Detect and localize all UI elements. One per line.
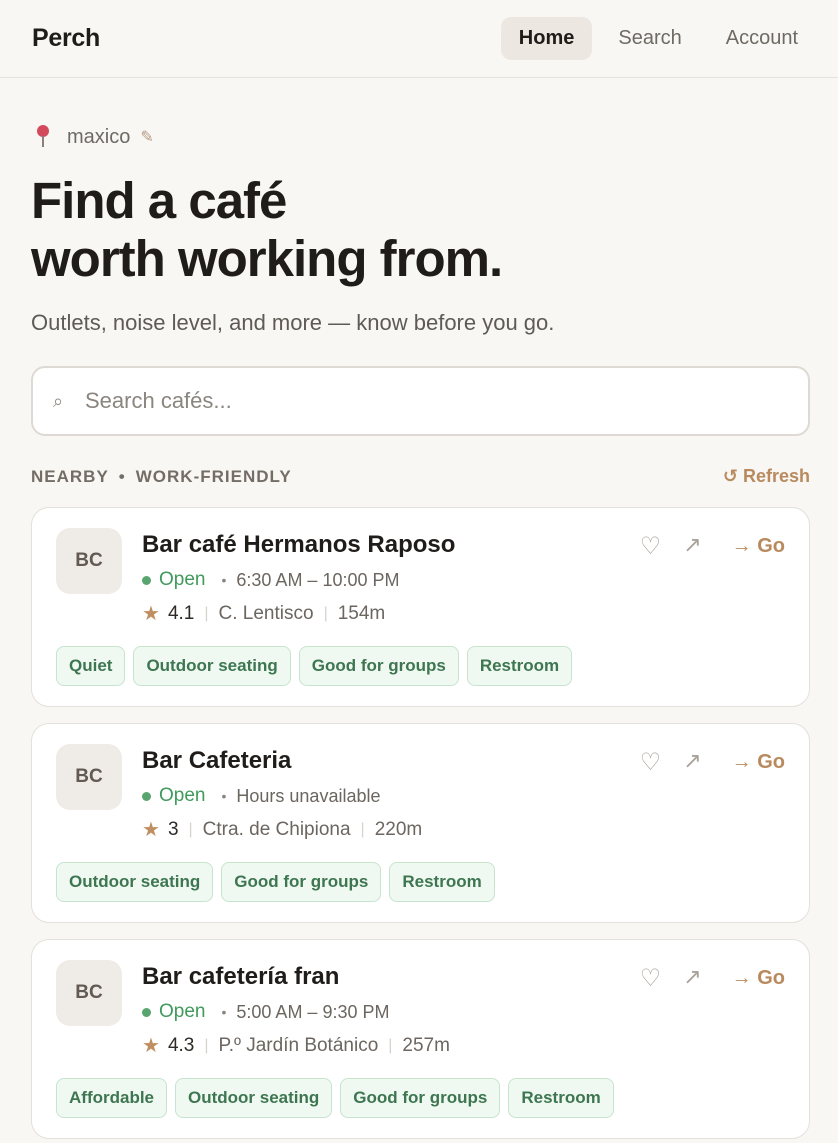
cafe-avatar: BC <box>56 960 122 1026</box>
location-name[interactable]: maxico <box>67 126 130 149</box>
tag: Good for groups <box>221 862 382 902</box>
cafe-street: C. Lentisco <box>218 602 314 624</box>
search-icon: ⌕ <box>53 390 64 411</box>
tag: Outdoor seating <box>56 862 214 902</box>
star-icon: ★ <box>142 603 160 625</box>
divider: | <box>388 1036 393 1054</box>
tag: Good for groups <box>340 1078 501 1118</box>
external-link-icon[interactable]: ↗ <box>683 748 701 774</box>
cafe-rating: 4.3 <box>167 1034 195 1056</box>
bullet: • <box>221 572 227 588</box>
section-label-nearby: NEARBY <box>31 466 109 486</box>
cafe-status-row: Open • 5:00 AM – 9:30 PM <box>142 1001 785 1023</box>
bullet: • <box>221 788 227 804</box>
search-input[interactable] <box>85 388 788 414</box>
title-line-1: Find a café <box>31 172 287 229</box>
heart-icon[interactable]: ♡ <box>640 532 662 561</box>
pencil-icon[interactable]: ✎ <box>140 127 153 147</box>
cafe-hours: 6:30 AM – 10:00 PM <box>236 569 400 590</box>
cafe-status: Open <box>159 1001 206 1022</box>
tag: Quiet <box>56 646 126 686</box>
section-header: NEARBY • WORK-FRIENDLY ↺ Refresh <box>31 466 810 487</box>
page-subtitle: Outlets, noise level, and more — know be… <box>31 310 555 335</box>
cafe-distance: 154m <box>337 602 386 624</box>
card-actions: ♡ ↗ → Go <box>640 964 785 993</box>
search-box[interactable]: ⌕ <box>31 366 810 436</box>
card-actions: ♡ ↗ → Go <box>640 748 785 777</box>
star-icon: ★ <box>142 1035 160 1057</box>
tag: Outdoor seating <box>133 646 291 686</box>
section-label-work-friendly: WORK-FRIENDLY <box>135 466 292 486</box>
section-dot: • <box>118 466 126 486</box>
external-link-icon[interactable]: ↗ <box>683 964 701 990</box>
tag-list: Outdoor seating Good for groups Restroom <box>56 862 785 902</box>
cafe-card[interactable]: BC Bar cafetería fran Open • 5:00 AM – 9… <box>31 939 810 1139</box>
cafe-meta-row: ★ 4.1 | C. Lentisco | 154m <box>142 601 785 626</box>
divider: | <box>204 1036 209 1054</box>
tag-list: Affordable Outdoor seating Good for grou… <box>56 1078 785 1118</box>
open-dot-icon <box>142 791 151 801</box>
cafe-rating: 3 <box>167 818 179 840</box>
cafe-card[interactable]: BC Bar café Hermanos Raposo Open • 6:30 … <box>31 507 810 707</box>
cafe-distance: 220m <box>374 818 423 840</box>
tag: Restroom <box>508 1078 614 1118</box>
divider: | <box>188 820 193 838</box>
location-selector[interactable]: maxico ✎ <box>31 124 810 150</box>
cafe-card[interactable]: BC Bar Cafeteria Open • Hours unavailabl… <box>31 723 810 923</box>
nav-account[interactable]: Account <box>708 17 816 60</box>
star-icon: ★ <box>142 819 160 841</box>
pin-icon <box>31 124 57 150</box>
tag-list: Quiet Outdoor seating Good for groups Re… <box>56 646 785 686</box>
divider: | <box>204 604 209 622</box>
cafe-avatar: BC <box>56 528 122 594</box>
title-line-2: worth working from. <box>31 230 503 287</box>
main-nav: Home Search Account <box>500 17 816 60</box>
main-content: maxico ✎ Find a café worth working from.… <box>0 124 838 1139</box>
tag: Outdoor seating <box>175 1078 333 1118</box>
cafe-status: Open <box>159 785 206 806</box>
tag: Good for groups <box>298 646 459 686</box>
open-dot-icon <box>142 575 151 585</box>
cafe-status-row: Open • 6:30 AM – 10:00 PM <box>142 569 785 591</box>
tag: Restroom <box>466 646 573 686</box>
go-button[interactable]: → Go <box>732 535 785 558</box>
cafe-meta-row: ★ 4.3 | P.º Jardín Botánico | 257m <box>142 1033 785 1058</box>
cafe-street: Ctra. de Chipiona <box>202 818 351 840</box>
cafe-meta-row: ★ 3 | Ctra. de Chipiona | 220m <box>142 817 785 842</box>
divider: | <box>360 820 365 838</box>
top-bar: Perch Home Search Account <box>0 0 838 78</box>
nav-search[interactable]: Search <box>600 17 699 60</box>
go-button[interactable]: → Go <box>732 967 785 990</box>
heart-icon[interactable]: ♡ <box>640 964 662 993</box>
cafe-hours: Hours unavailable <box>236 785 381 806</box>
cafe-avatar: BC <box>56 744 122 810</box>
divider: | <box>323 604 328 622</box>
cafe-rating: 4.1 <box>167 602 195 624</box>
tag: Restroom <box>389 862 495 902</box>
cafe-distance: 257m <box>402 1034 450 1056</box>
section-label: NEARBY • WORK-FRIENDLY <box>31 467 292 487</box>
nav-home[interactable]: Home <box>500 17 593 60</box>
cafe-status-row: Open • Hours unavailable <box>142 785 785 807</box>
tag: Affordable <box>56 1078 167 1118</box>
card-actions: ♡ ↗ → Go <box>640 532 785 561</box>
cafe-status: Open <box>159 569 206 590</box>
external-link-icon[interactable]: ↗ <box>683 532 701 558</box>
brand-logo[interactable]: Perch <box>32 24 100 53</box>
page-title: Find a café worth working from. <box>31 172 810 288</box>
cafe-street: P.º Jardín Botánico <box>218 1034 379 1056</box>
go-button[interactable]: → Go <box>732 751 785 774</box>
refresh-button[interactable]: ↺ Refresh <box>723 466 810 487</box>
bullet: • <box>221 1004 227 1020</box>
open-dot-icon <box>142 1007 151 1017</box>
cafe-hours: 5:00 AM – 9:30 PM <box>236 1001 390 1022</box>
heart-icon[interactable]: ♡ <box>640 748 662 777</box>
